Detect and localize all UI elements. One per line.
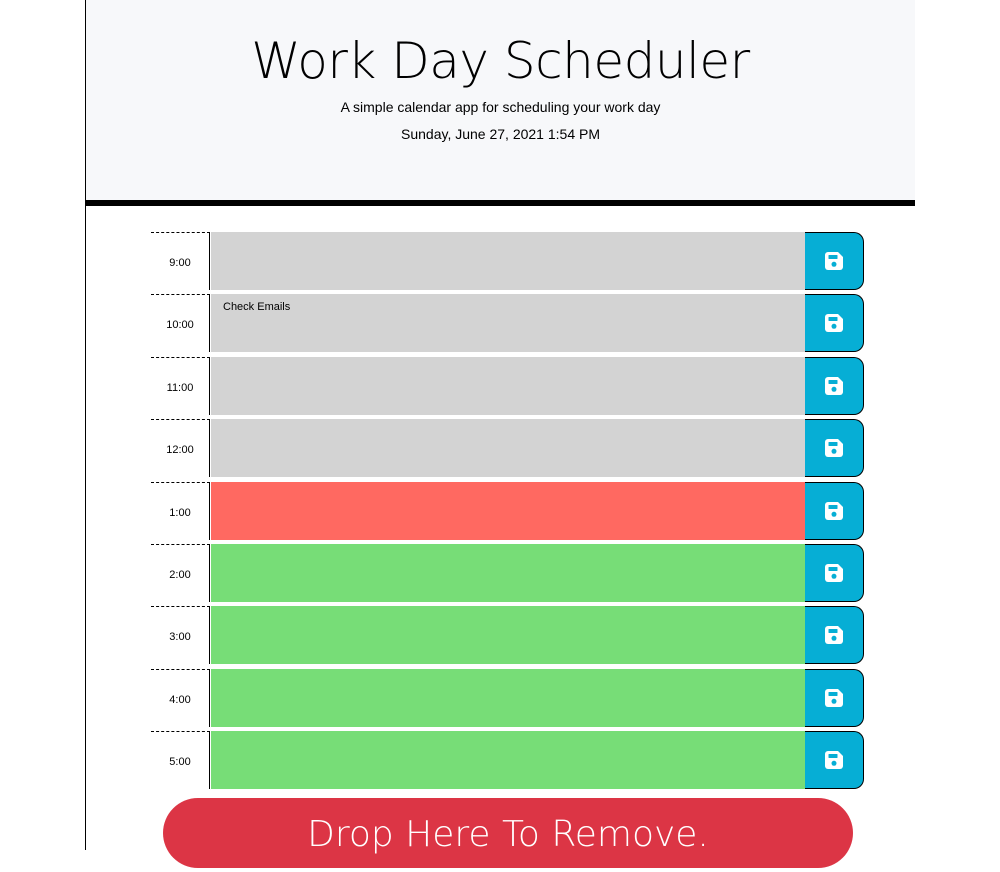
save-button[interactable] <box>805 481 864 540</box>
hour-label: 4:00 <box>151 668 210 727</box>
floppy-disk-icon <box>824 438 844 458</box>
time-block: 12:00 <box>151 419 865 478</box>
event-description[interactable] <box>211 419 805 478</box>
floppy-disk-icon <box>824 688 844 708</box>
save-button[interactable] <box>805 731 864 790</box>
current-day: Sunday, June 27, 2021 1:54 PM <box>401 126 600 142</box>
hour-label: 5:00 <box>151 731 210 790</box>
drop-remove-zone[interactable]: Drop Here To Remove. <box>163 798 853 868</box>
time-block: 9:00 <box>151 232 865 290</box>
event-description[interactable] <box>211 731 805 790</box>
hour-label: 12:00 <box>151 419 210 478</box>
save-button[interactable] <box>805 294 864 353</box>
time-block: 3:00 <box>151 606 865 665</box>
time-block: 4:00 <box>151 668 865 727</box>
floppy-disk-icon <box>824 313 844 333</box>
hour-label: 2:00 <box>151 543 210 602</box>
event-description[interactable] <box>211 668 805 727</box>
hour-label: 9:00 <box>151 232 210 290</box>
save-button[interactable] <box>805 543 864 602</box>
event-description[interactable] <box>211 543 805 602</box>
floppy-disk-icon <box>824 376 844 396</box>
page-title: Work Day Scheduler <box>251 32 750 90</box>
page-subtitle: A simple calendar app for scheduling you… <box>340 99 661 115</box>
hour-label: 3:00 <box>151 606 210 665</box>
event-description[interactable]: Check Emails <box>211 294 805 353</box>
time-block: 10:00 Check Emails <box>151 294 865 353</box>
event-description[interactable] <box>211 481 805 540</box>
time-block: 2:00 <box>151 543 865 602</box>
floppy-disk-icon <box>824 501 844 521</box>
hour-label: 1:00 <box>151 481 210 540</box>
save-button[interactable] <box>805 419 864 478</box>
floppy-disk-icon <box>824 563 844 583</box>
save-button[interactable] <box>805 232 864 290</box>
time-block: 5:00 <box>151 731 865 790</box>
time-block: 1:00 <box>151 481 865 540</box>
header: Work Day Scheduler A simple calendar app… <box>86 0 915 206</box>
save-button[interactable] <box>805 606 864 665</box>
event-description[interactable] <box>211 356 805 415</box>
time-block: 11:00 <box>151 356 865 415</box>
floppy-disk-icon <box>824 625 844 645</box>
hour-label: 10:00 <box>151 294 210 353</box>
save-button[interactable] <box>805 356 864 415</box>
floppy-disk-icon <box>824 750 844 770</box>
event-description[interactable] <box>211 606 805 665</box>
save-button[interactable] <box>805 668 864 727</box>
hour-label: 11:00 <box>151 356 210 415</box>
floppy-disk-icon <box>824 251 844 271</box>
schedule: 9:00 10:00 Check Emails 11:00 12:00 1:00… <box>151 232 865 794</box>
event-description[interactable] <box>211 232 805 290</box>
